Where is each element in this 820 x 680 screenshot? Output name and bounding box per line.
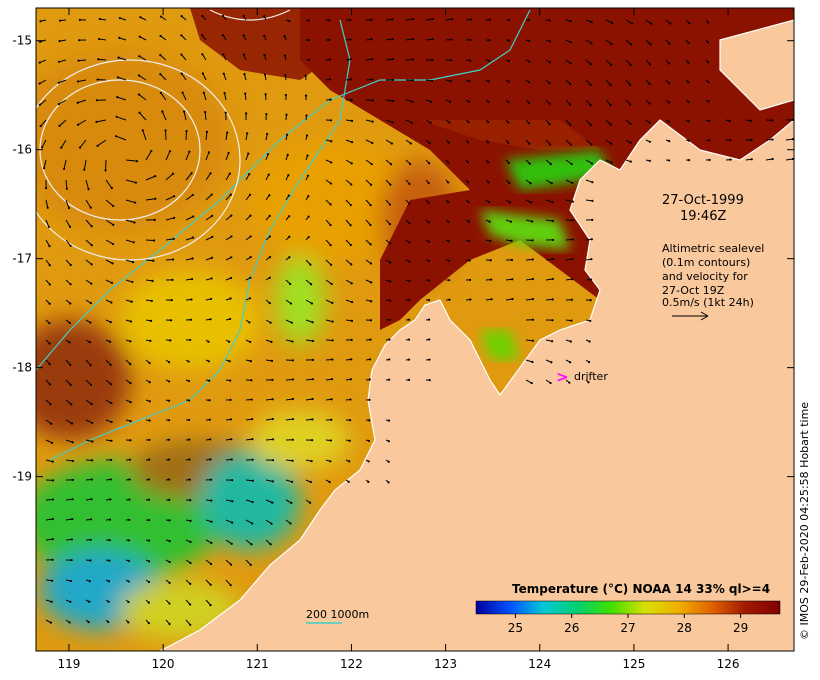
legend-line: 0.5m/s (1kt 24h)	[662, 296, 754, 309]
sst-patch	[250, 410, 350, 470]
colorbar	[475, 600, 781, 615]
colorbar-tick-label: 26	[564, 621, 579, 635]
lon-label: 121	[246, 657, 269, 671]
colorbar-tick-label: 28	[677, 621, 692, 635]
colorbar-title: Temperature (°C) NOAA 14 33% ql>=4	[512, 582, 770, 596]
map-date: 27-Oct-1999	[662, 193, 744, 208]
lat-label: -19	[12, 470, 32, 484]
lon-label: 123	[434, 657, 457, 671]
lat-label: -15	[12, 34, 32, 48]
legend-line: (0.1m contours)	[662, 256, 750, 269]
map-time: 19:46Z	[680, 209, 726, 224]
lat-label: -18	[12, 361, 32, 375]
colorbar-tick-label: 29	[733, 621, 748, 635]
lon-label: 122	[340, 657, 363, 671]
colorbar-tick-label: 25	[508, 621, 523, 635]
lon-label: 119	[58, 657, 81, 671]
lat-label: -16	[12, 143, 32, 157]
legend-line: Altimetric sealevel	[662, 242, 764, 255]
credit-text: © IMOS 29-Feb-2020 04:25:58 Hobart time	[798, 401, 811, 640]
lat-label: -17	[12, 252, 32, 266]
sst-map: 119120121122123124125126-14-15-16-17-18-…	[12, 7, 795, 671]
lon-label: 125	[622, 657, 645, 671]
sst-patch	[275, 255, 325, 345]
plot-area	[36, 8, 794, 651]
drifter-symbol: >	[556, 368, 569, 386]
drifter-label: drifter	[574, 370, 608, 383]
sst-patch	[36, 50, 230, 230]
legend-line: and velocity for	[662, 270, 748, 283]
colorbar-tick-label: 27	[620, 621, 635, 635]
lon-label: 126	[717, 657, 740, 671]
lon-label: 124	[528, 657, 551, 671]
depth-scale-label: 200 1000m	[306, 608, 369, 621]
lon-label: 120	[152, 657, 175, 671]
